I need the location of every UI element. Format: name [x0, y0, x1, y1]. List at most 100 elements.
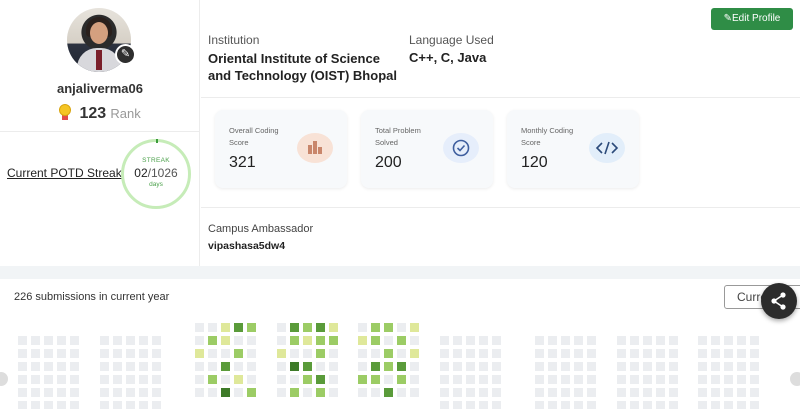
heatmap-cell[interactable] — [358, 323, 367, 332]
heatmap-cell[interactable] — [126, 362, 135, 371]
heatmap-cell[interactable] — [561, 362, 570, 371]
heatmap-cell[interactable] — [371, 323, 380, 332]
heatmap-cell[interactable] — [384, 375, 393, 384]
heatmap-cell[interactable] — [303, 375, 312, 384]
share-button[interactable] — [761, 283, 797, 319]
heatmap-cell[interactable] — [384, 362, 393, 371]
heatmap-cell[interactable] — [113, 349, 122, 358]
heatmap-cell[interactable] — [397, 336, 406, 345]
heatmap-cell[interactable] — [139, 362, 148, 371]
heatmap-cell[interactable] — [711, 375, 720, 384]
heatmap-cell[interactable] — [358, 388, 367, 397]
heatmap-cell[interactable] — [630, 362, 639, 371]
heatmap-cell[interactable] — [750, 349, 759, 358]
heatmap-cell[interactable] — [208, 323, 217, 332]
heatmap-cell[interactable] — [31, 349, 40, 358]
heatmap-cell[interactable] — [100, 349, 109, 358]
heatmap-cell[interactable] — [724, 362, 733, 371]
heatmap-cell[interactable] — [277, 375, 286, 384]
heatmap-cell[interactable] — [100, 375, 109, 384]
heatmap-cell[interactable] — [208, 362, 217, 371]
heatmap-cell[interactable] — [195, 362, 204, 371]
heatmap-cell[interactable] — [234, 349, 243, 358]
heatmap-cell[interactable] — [290, 336, 299, 345]
heatmap-cell[interactable] — [221, 388, 230, 397]
heatmap-cell[interactable] — [247, 362, 256, 371]
heatmap-cell[interactable] — [371, 349, 380, 358]
heatmap-cell[interactable] — [44, 388, 53, 397]
heatmap-cell[interactable] — [100, 401, 109, 409]
heatmap-cell[interactable] — [384, 349, 393, 358]
heatmap-cell[interactable] — [57, 401, 66, 409]
heatmap-cell[interactable] — [479, 388, 488, 397]
heatmap-cell[interactable] — [316, 323, 325, 332]
heatmap-cell[interactable] — [113, 375, 122, 384]
heatmap-cell[interactable] — [410, 375, 419, 384]
heatmap-cell[interactable] — [535, 401, 544, 409]
heatmap-cell[interactable] — [152, 401, 161, 409]
heatmap-cell[interactable] — [453, 375, 462, 384]
heatmap-cell[interactable] — [737, 336, 746, 345]
heatmap-cell[interactable] — [561, 349, 570, 358]
heatmap-cell[interactable] — [70, 401, 79, 409]
heatmap-cell[interactable] — [479, 362, 488, 371]
heatmap-cell[interactable] — [440, 401, 449, 409]
heatmap-cell[interactable] — [329, 375, 338, 384]
heatmap-cell[interactable] — [440, 336, 449, 345]
heatmap-cell[interactable] — [31, 375, 40, 384]
heatmap-cell[interactable] — [358, 375, 367, 384]
heatmap-cell[interactable] — [329, 323, 338, 332]
heatmap-cell[interactable] — [737, 401, 746, 409]
heatmap-cell[interactable] — [44, 349, 53, 358]
heatmap-cell[interactable] — [492, 336, 501, 345]
heatmap-cell[interactable] — [492, 401, 501, 409]
heatmap-cell[interactable] — [384, 388, 393, 397]
heatmap-cell[interactable] — [316, 362, 325, 371]
heatmap-cell[interactable] — [711, 388, 720, 397]
heatmap-cell[interactable] — [100, 388, 109, 397]
heatmap-cell[interactable] — [656, 362, 665, 371]
heatmap-cell[interactable] — [630, 336, 639, 345]
heatmap-cell[interactable] — [561, 375, 570, 384]
heatmap-cell[interactable] — [290, 375, 299, 384]
heatmap-cell[interactable] — [195, 349, 204, 358]
heatmap-cell[interactable] — [247, 349, 256, 358]
heatmap-cell[interactable] — [44, 401, 53, 409]
heatmap-cell[interactable] — [440, 375, 449, 384]
heatmap-cell[interactable] — [384, 323, 393, 332]
heatmap-cell[interactable] — [492, 349, 501, 358]
heatmap-cell[interactable] — [152, 349, 161, 358]
heatmap-cell[interactable] — [70, 349, 79, 358]
heatmap-cell[interactable] — [247, 388, 256, 397]
heatmap-cell[interactable] — [234, 362, 243, 371]
heatmap-cell[interactable] — [630, 401, 639, 409]
heatmap-cell[interactable] — [698, 362, 707, 371]
heatmap-cell[interactable] — [617, 388, 626, 397]
heatmap-cell[interactable] — [643, 349, 652, 358]
heatmap-cell[interactable] — [548, 375, 557, 384]
heatmap-cell[interactable] — [277, 323, 286, 332]
heatmap-cell[interactable] — [617, 375, 626, 384]
heatmap-cell[interactable] — [57, 349, 66, 358]
heatmap-cell[interactable] — [371, 388, 380, 397]
heatmap-cell[interactable] — [221, 375, 230, 384]
heatmap-cell[interactable] — [466, 388, 475, 397]
heatmap-cell[interactable] — [31, 388, 40, 397]
heatmap-cell[interactable] — [113, 336, 122, 345]
heatmap-cell[interactable] — [724, 375, 733, 384]
heatmap-cell[interactable] — [656, 375, 665, 384]
heatmap-cell[interactable] — [669, 388, 678, 397]
heatmap-cell[interactable] — [587, 388, 596, 397]
heatmap-cell[interactable] — [100, 362, 109, 371]
heatmap-cell[interactable] — [384, 336, 393, 345]
heatmap-cell[interactable] — [535, 375, 544, 384]
heatmap-cell[interactable] — [479, 349, 488, 358]
heatmap-cell[interactable] — [44, 336, 53, 345]
heatmap-cell[interactable] — [18, 388, 27, 397]
heatmap-cell[interactable] — [126, 388, 135, 397]
heatmap-cell[interactable] — [397, 349, 406, 358]
heatmap-cell[interactable] — [18, 336, 27, 345]
heatmap-cell[interactable] — [724, 336, 733, 345]
heatmap-cell[interactable] — [126, 401, 135, 409]
heatmap-cell[interactable] — [587, 336, 596, 345]
